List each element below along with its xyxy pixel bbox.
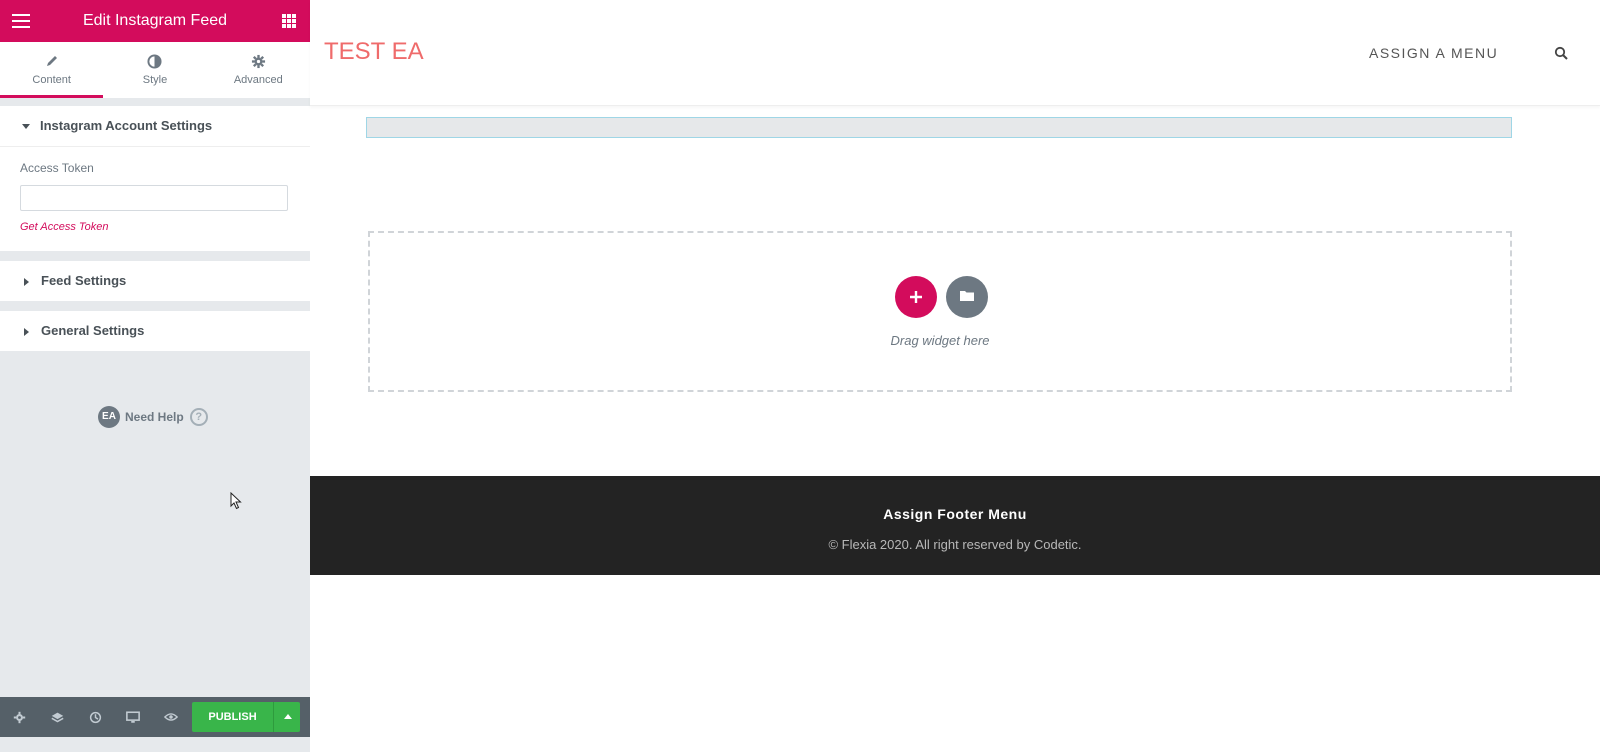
publish-button[interactable]: PUBLISH [192, 702, 273, 732]
section-title: Feed Settings [41, 273, 127, 288]
responsive-icon[interactable] [114, 697, 152, 737]
preview-eye-icon[interactable] [152, 697, 190, 737]
ea-badge-icon: EA [98, 406, 120, 428]
access-token-label: Access Token [20, 161, 94, 175]
need-help-link[interactable]: EA Need Help ? [98, 405, 208, 429]
history-icon[interactable] [76, 697, 114, 737]
section-instagram-account-body: Access Token Get Access Token [0, 146, 310, 251]
get-access-token-link[interactable]: Get Access Token [20, 221, 290, 233]
section-general-settings-header[interactable]: General Settings [0, 311, 310, 351]
folder-icon [960, 291, 974, 301]
section-general-settings: General Settings [0, 311, 310, 351]
gear-icon [207, 54, 310, 72]
footer-menu-link[interactable]: Assign Footer Menu [310, 506, 1600, 522]
access-token-input[interactable] [20, 185, 288, 211]
panel-tabs: Content Style Advanced [0, 42, 310, 98]
site-footer: Assign Footer Menu © Flexia 2020. All ri… [310, 476, 1600, 575]
selected-section-bar[interactable] [366, 117, 1512, 138]
section-title: Instagram Account Settings [40, 118, 213, 133]
widgets-grid-icon[interactable] [282, 14, 296, 28]
caret-right-icon [24, 277, 29, 286]
tab-content[interactable]: Content [0, 42, 104, 98]
widget-dropzone[interactable]: Drag widget here [368, 231, 1512, 392]
mouse-cursor-icon [230, 492, 242, 510]
section-instagram-account-header[interactable]: Instagram Account Settings [0, 106, 310, 146]
pencil-icon [0, 54, 103, 72]
panel-title: Edit Instagram Feed [82, 12, 228, 29]
drag-widget-hint: Drag widget here [890, 333, 990, 348]
search-icon[interactable] [1554, 46, 1568, 60]
publish-options-button[interactable] [273, 702, 300, 732]
tab-content-label: Content [32, 74, 71, 86]
section-feed-settings: Feed Settings [0, 261, 310, 301]
section-instagram-account: Instagram Account Settings Access Token … [0, 106, 310, 251]
footer-copyright: © Flexia 2020. All right reserved by Cod… [828, 537, 1082, 552]
caret-right-icon [24, 327, 29, 336]
editor-panel: Edit Instagram Feed Content Style Advanc… [0, 0, 310, 752]
half-circle-icon [103, 54, 206, 72]
tab-advanced[interactable]: Advanced [207, 42, 310, 98]
site-header: TEST EA ASSIGN A MENU [310, 0, 1600, 106]
site-logo[interactable]: TEST EA [324, 38, 424, 66]
section-feed-settings-header[interactable]: Feed Settings [0, 261, 310, 301]
panel-header: Edit Instagram Feed [0, 0, 310, 42]
plus-icon [910, 291, 922, 303]
section-title: General Settings [41, 323, 145, 338]
question-icon: ? [189, 408, 208, 426]
need-help-label: Need Help [125, 410, 184, 424]
site-menu-link[interactable]: ASSIGN A MENU [1369, 45, 1498, 61]
panel-footer: PUBLISH [0, 697, 310, 737]
page-preview: TEST EA ASSIGN A MENU Drag widget here A… [310, 0, 1600, 752]
caret-down-icon [22, 124, 30, 130]
settings-icon[interactable] [0, 697, 38, 737]
tab-advanced-label: Advanced [233, 74, 283, 86]
tab-style-label: Style [142, 74, 168, 86]
publish-group: PUBLISH [192, 702, 300, 732]
add-template-button[interactable] [946, 276, 988, 318]
layers-icon[interactable] [38, 697, 76, 737]
tab-style[interactable]: Style [103, 42, 206, 98]
add-section-button[interactable] [895, 276, 937, 318]
panel-content: Instagram Account Settings Access Token … [0, 106, 310, 361]
